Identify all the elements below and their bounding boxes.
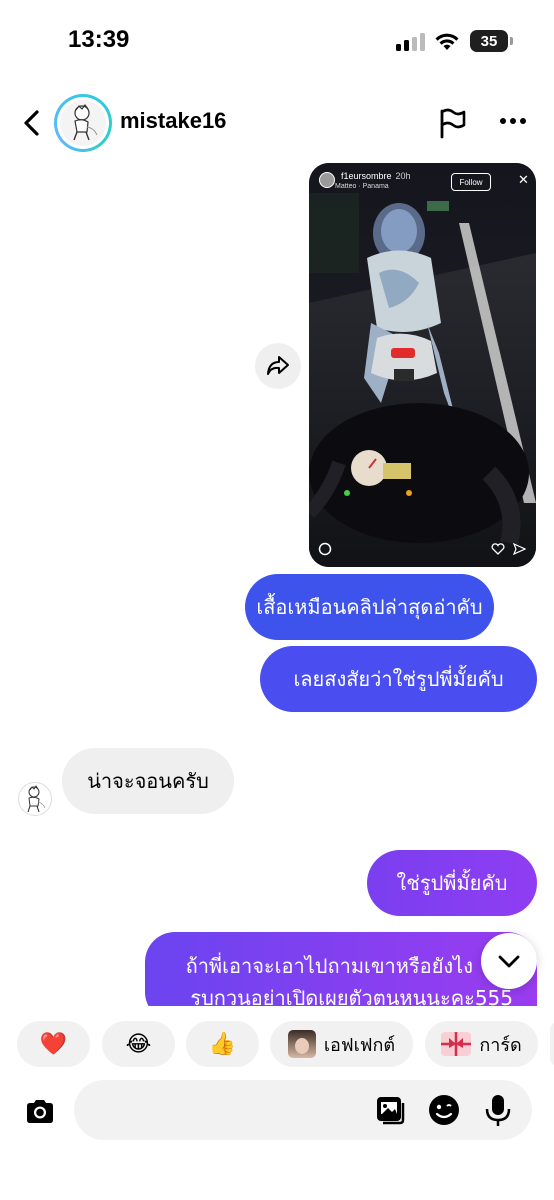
back-arrow-icon[interactable] (18, 108, 46, 138)
quick-reactions-bar: ❤️ 😂 👍 เอฟเฟกต์ การ์ด (0, 1006, 554, 1080)
flag-icon[interactable] (436, 106, 470, 140)
avatar[interactable] (54, 94, 112, 152)
reaction-thumbs-up[interactable]: 👍 (186, 1021, 259, 1067)
avatar-cartoon-icon (73, 104, 98, 141)
reel-username: f1eursombre (341, 171, 392, 181)
cards-label: การ์ด (479, 1034, 522, 1056)
scroll-to-bottom-button[interactable] (481, 933, 537, 989)
message-line: ถ้าพี่เอาจะเอาไปถามเขาหรือยังไง (185, 954, 473, 978)
reel-author: f1eursombre 20h (341, 171, 411, 181)
cards-chip[interactable]: การ์ด (425, 1021, 538, 1067)
battery-cap (510, 37, 513, 45)
reel-comment-icon (318, 542, 332, 556)
more-icon[interactable] (498, 118, 530, 128)
reel-author-avatar (319, 172, 335, 188)
avatar-cartoon-icon (27, 785, 46, 813)
wifi-icon (435, 33, 459, 50)
sender-avatar[interactable] (18, 782, 52, 816)
received-message[interactable]: น่าจะจอนครับ (62, 748, 234, 814)
share-icon[interactable] (255, 343, 301, 389)
card-icon (441, 1032, 472, 1056)
reel-audio: Matteo · Panama (335, 183, 389, 190)
chat-username[interactable]: mistake16 (120, 108, 226, 134)
message-input[interactable] (74, 1080, 532, 1140)
reel-time: 20h (395, 171, 411, 181)
reaction-heart[interactable]: ❤️ (17, 1021, 90, 1067)
effects-chip[interactable]: เอฟเฟกต์ (270, 1021, 413, 1067)
microphone-icon[interactable] (480, 1092, 516, 1128)
signal-icon (396, 33, 426, 51)
message-composer (0, 1080, 554, 1200)
thumbs-up-emoji-icon: 👍 (208, 1031, 237, 1057)
chat-header: mistake16 (0, 88, 554, 158)
reel-follow-button: Follow (451, 173, 491, 191)
laugh-emoji-icon: 😂 (125, 1031, 152, 1057)
sent-message[interactable]: เลยสงสัยว่าใช่รูปพี่มั้ยคับ (260, 646, 537, 712)
chevron-down-icon (498, 955, 520, 968)
gallery-icon[interactable] (372, 1092, 408, 1128)
reel-thumbnail-image (309, 163, 536, 567)
effect-thumbnail (287, 1030, 316, 1058)
effects-label: เอฟเฟกต์ (323, 1034, 396, 1056)
sent-message[interactable]: เสื้อเหมือนคลิปล่าสุดอ่าคับ (245, 574, 494, 640)
camera-icon[interactable] (20, 1092, 60, 1132)
shared-reel-card[interactable]: f1eursombre 20h Matteo · Panama Follow ✕ (309, 163, 536, 567)
status-time: 13:39 (68, 26, 130, 53)
reel-send-icon (513, 543, 526, 555)
reel-overlay-header: f1eursombre 20h Matteo · Panama Follow ✕ (309, 163, 536, 203)
reaction-laugh[interactable]: 😂 (102, 1021, 175, 1067)
sent-message[interactable]: ใช่รูปพี่มั้ยคับ (367, 850, 537, 916)
heart-emoji-icon: ❤️ (39, 1031, 68, 1057)
battery-indicator: 35 (470, 30, 508, 52)
status-bar: 13:39 35 (0, 0, 554, 80)
reel-heart-icon (491, 543, 505, 555)
more-reactions-chip[interactable] (550, 1021, 554, 1067)
reel-close-icon: ✕ (518, 173, 529, 188)
sticker-icon[interactable] (426, 1092, 462, 1128)
